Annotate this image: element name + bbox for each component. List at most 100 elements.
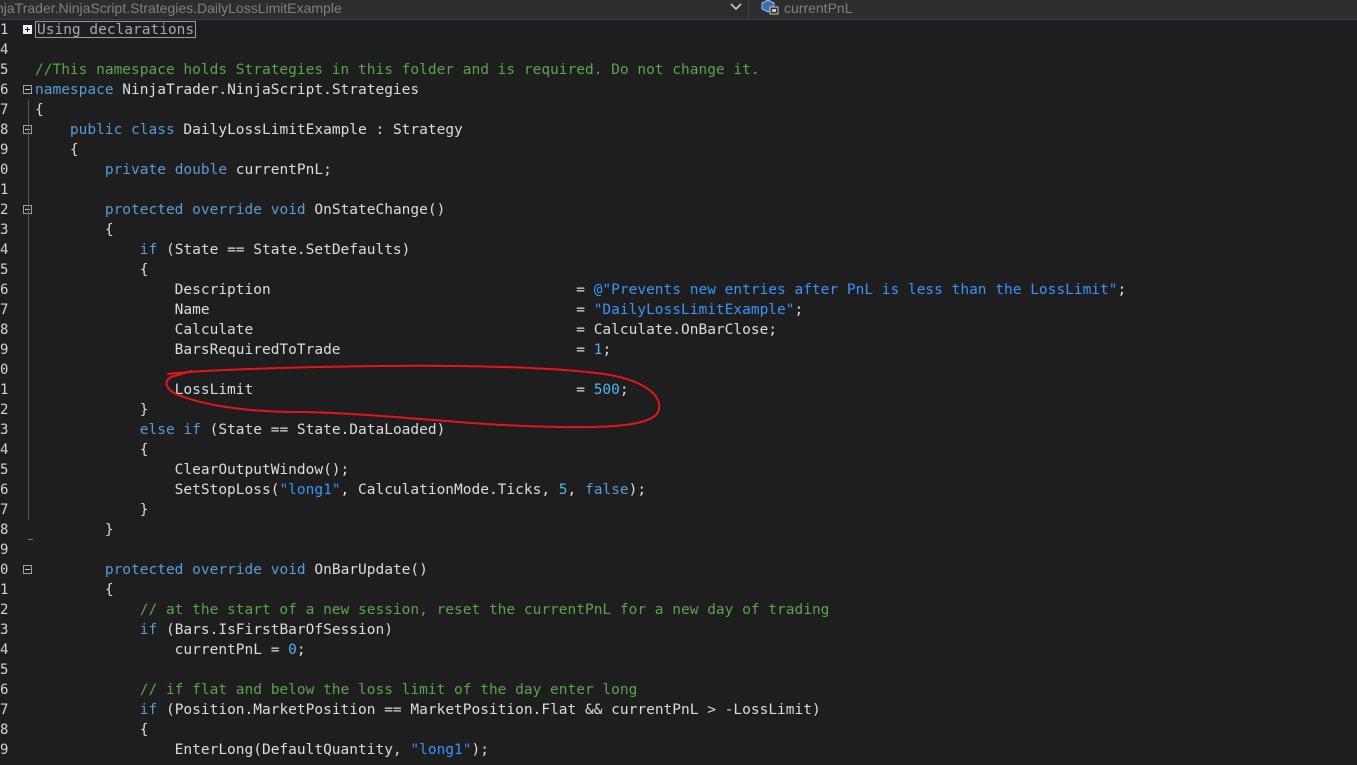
code-line[interactable]: 4 if (State == State.SetDefaults): [0, 240, 1357, 260]
line-number: 8: [0, 122, 9, 138]
code-text: namespace NinjaTrader.NinjaScript.Strate…: [35, 80, 419, 100]
code-line[interactable]: 9 {: [0, 140, 1357, 160]
code-token: EnterLong(DefaultQuantity,: [35, 742, 411, 758]
line-number: 9: [0, 342, 9, 358]
code-text: SetStopLoss("long1", CalculationMode.Tic…: [35, 480, 646, 500]
code-token: }: [35, 402, 149, 418]
code-line[interactable]: 4: [0, 40, 1357, 60]
line-number: 4: [0, 42, 9, 58]
code-token: {: [35, 262, 149, 278]
code-line[interactable]: 8 }: [0, 520, 1357, 540]
code-token: override: [192, 202, 262, 218]
code-editor[interactable]: 9 EnterLong(DefaultQuantity, "long1"); 8 …: [0, 20, 1357, 765]
code-line[interactable]: 9 BarsRequiredToTrade = 1;: [0, 340, 1357, 360]
code-token: protected: [104, 202, 184, 218]
code-line[interactable]: 0: [0, 360, 1357, 380]
code-text: // if flat and below the loss limit of t…: [35, 680, 638, 700]
code-token: ClearOutputWindow();: [35, 462, 350, 478]
code-line[interactable]: 1 LossLimit = 500;: [0, 380, 1357, 400]
code-line[interactable]: 3 else if (State == State.DataLoaded): [0, 420, 1357, 440]
line-number: 8: [0, 322, 9, 338]
navigation-bar: njaTrader.NinjaScript.Strategies.DailyLo…: [0, 0, 1357, 20]
code-token: {: [35, 222, 114, 238]
code-token: //This namespace holds Strategies in thi…: [35, 62, 760, 78]
line-number: 1: [0, 582, 9, 598]
code-text: // at the start of a new session, reset …: [35, 600, 830, 620]
code-token: );: [471, 742, 489, 758]
code-line[interactable]: 6 namespace NinjaTrader.NinjaScript.Strat…: [0, 80, 1357, 100]
minus-box-icon[interactable]: [23, 565, 32, 574]
code-line[interactable]: 3 {: [0, 220, 1357, 240]
code-token: protected: [104, 562, 184, 578]
code-line[interactable]: 5 //This namespace holds Strategies in th…: [0, 60, 1357, 80]
plus-box-icon[interactable]: [23, 25, 32, 34]
code-token: false: [585, 482, 629, 498]
code-token: class: [131, 122, 175, 138]
code-line[interactable]: 2 }: [0, 400, 1357, 420]
code-text: if (Position.MarketPosition == MarketPos…: [35, 700, 821, 720]
code-token: ;: [1117, 282, 1127, 298]
code-line[interactable]: 7{: [0, 100, 1357, 120]
code-token: LossLimit =: [35, 382, 594, 398]
code-token: "long1": [410, 742, 472, 758]
indent-guide: [28, 100, 29, 520]
code-token: void: [270, 562, 306, 578]
code-line[interactable]: 5: [0, 660, 1357, 680]
code-line[interactable]: 7 if (Position.MarketPosition == MarketP…: [0, 700, 1357, 720]
code-line[interactable]: 0 protected override void OnBarUpdate(): [0, 560, 1357, 580]
chevron-down-icon[interactable]: [728, 0, 744, 16]
code-line[interactable]: 0 private double currentPnL;: [0, 160, 1357, 180]
code-line[interactable]: 4 currentPnL = 0;: [0, 640, 1357, 660]
code-token: "long1": [279, 482, 341, 498]
code-text: {: [35, 140, 79, 160]
minus-box-icon[interactable]: [23, 85, 32, 94]
code-line[interactable]: 1 {: [0, 580, 1357, 600]
code-text: EnterLong(DefaultQuantity, "long1");: [35, 740, 489, 760]
code-text: {: [35, 720, 149, 740]
code-line[interactable]: 2 protected override void OnStateChange(…: [0, 200, 1357, 220]
code-text: LossLimit = 500;: [35, 380, 629, 400]
line-number: 7: [0, 702, 9, 718]
code-line[interactable]: 5 ClearOutputWindow();: [0, 460, 1357, 480]
code-line[interactable]: 2 // at the start of a new session, rese…: [0, 600, 1357, 620]
code-line[interactable]: 4 {: [0, 440, 1357, 460]
code-token: // at the start of a new session, reset …: [35, 602, 830, 618]
line-number: 0: [0, 162, 9, 178]
code-line[interactable]: 8 Calculate = Calculate.OnBarClose;: [0, 320, 1357, 340]
code-text: Description = @"Prevents new entries aft…: [35, 280, 1127, 300]
code-token: (State == State.DataLoaded): [200, 422, 446, 438]
code-line[interactable]: 7 Name = "DailyLossLimitExample";: [0, 300, 1357, 320]
code-token: if: [139, 242, 158, 258]
line-number: 6: [0, 282, 9, 298]
code-token: currentPnL =: [35, 642, 289, 658]
line-number: 2: [0, 402, 9, 418]
code-line[interactable]: 3 if (Bars.IsFirstBarOfSession): [0, 620, 1357, 640]
code-line[interactable]: 1: [0, 180, 1357, 200]
code-text: if (Bars.IsFirstBarOfSession): [35, 620, 393, 640]
code-token: {: [35, 582, 114, 598]
code-line[interactable]: 6 Description = @"Prevents new entries a…: [0, 280, 1357, 300]
code-line[interactable]: 8 {: [0, 720, 1357, 740]
code-line[interactable]: 5 {: [0, 260, 1357, 280]
code-text: {: [35, 220, 114, 240]
code-line[interactable]: 6 // if flat and below the loss limit of…: [0, 680, 1357, 700]
collapsed-region[interactable]: Using declarations: [35, 21, 197, 38]
type-dropdown[interactable]: njaTrader.NinjaScript.Strategies.DailyLo…: [0, 0, 749, 19]
code-line[interactable]: 7 }: [0, 500, 1357, 520]
line-number: 4: [0, 242, 9, 258]
code-line[interactable]: 9 EnterLong(DefaultQuantity, "long1");: [0, 740, 1357, 760]
code-text: public class DailyLossLimitExample : Str…: [35, 120, 463, 140]
code-line[interactable]: 6 SetStopLoss("long1", CalculationMode.T…: [0, 480, 1357, 500]
code-line[interactable]: 9: [0, 540, 1357, 560]
code-token: SetStopLoss(: [35, 482, 280, 498]
code-token: ;: [602, 342, 612, 358]
code-line[interactable]: 1 Using declarations: [0, 20, 1357, 40]
code-line[interactable]: 8 public class DailyLossLimitExample : S…: [0, 120, 1357, 140]
line-number: 6: [0, 482, 9, 498]
